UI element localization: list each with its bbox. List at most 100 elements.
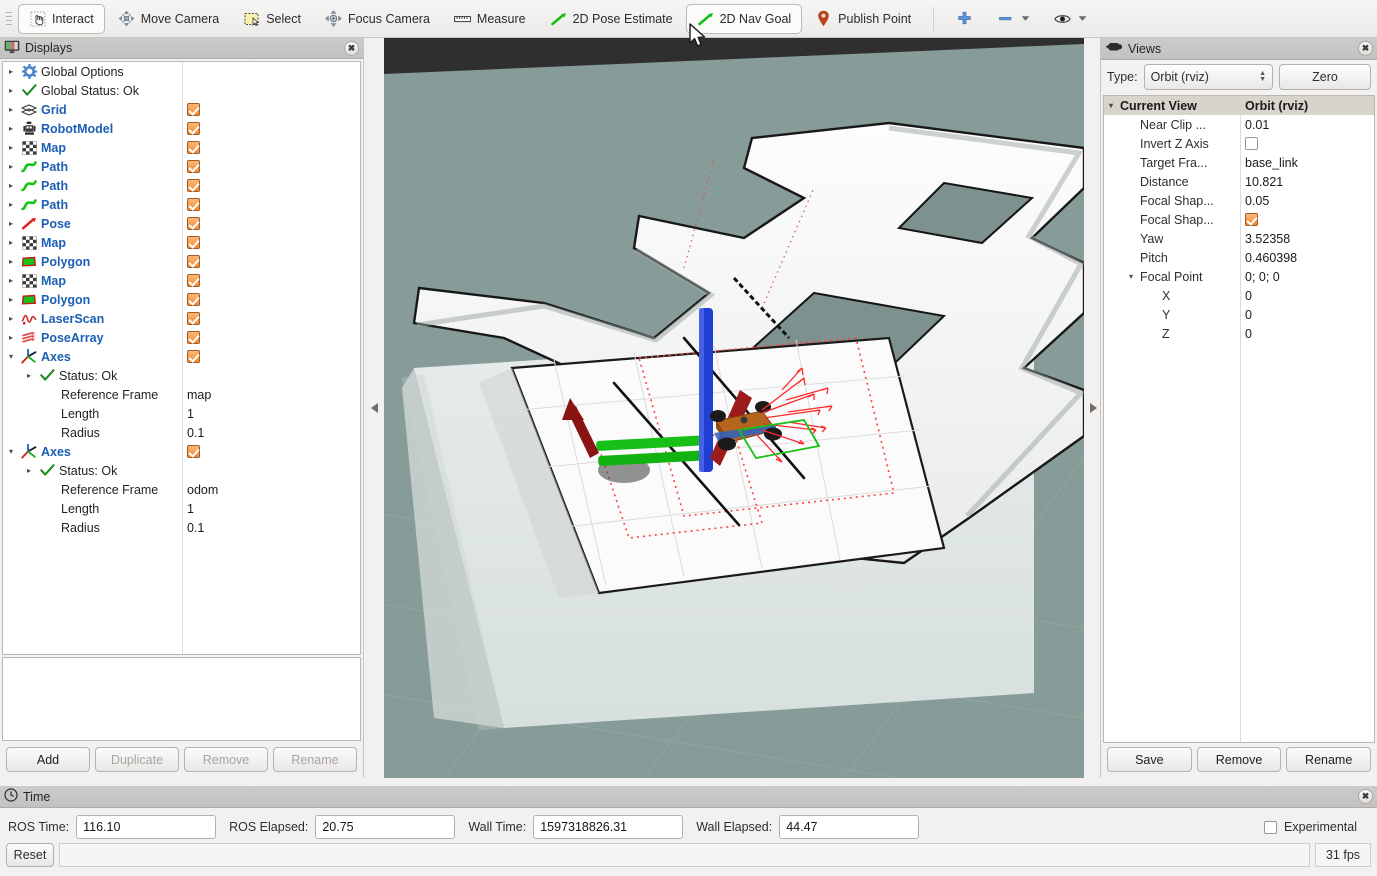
view-property-row[interactable]: Invert Z Axis (1104, 134, 1374, 153)
display-row[interactable]: ▸ Pose (3, 214, 360, 233)
tool-focus-camera[interactable]: Focus Camera (314, 4, 441, 34)
expand-arrow-icon[interactable]: ▸ (3, 276, 19, 285)
enable-checkbox[interactable] (187, 445, 200, 458)
close-icon[interactable]: ✖ (1358, 789, 1373, 804)
zero-button[interactable]: Zero (1279, 64, 1371, 90)
display-row[interactable]: ▸ Map (3, 233, 360, 252)
expand-arrow-open-icon[interactable]: ▾ (1104, 101, 1118, 110)
reset-button[interactable]: Reset (6, 843, 54, 867)
tool-measure[interactable]: Measure (443, 4, 537, 34)
view-property-row[interactable]: Pitch 0.460398 (1104, 248, 1374, 267)
experimental-checkbox[interactable] (1264, 820, 1278, 834)
remove-button[interactable]: Remove (184, 747, 268, 772)
display-row[interactable]: ▸ Map (3, 138, 360, 157)
expand-arrow-icon[interactable]: ▸ (3, 219, 19, 228)
view-property-row[interactable]: Yaw 3.52358 (1104, 229, 1374, 248)
close-icon[interactable]: ✖ (1358, 41, 1373, 56)
expand-arrow-icon[interactable]: ▸ (3, 143, 19, 152)
display-row[interactable]: Length 1 (3, 499, 360, 518)
enable-checkbox[interactable] (187, 103, 200, 116)
view-type-select[interactable]: Orbit (rviz) ▲ ▼ (1143, 64, 1273, 90)
enable-checkbox[interactable] (187, 179, 200, 192)
expand-arrow-icon[interactable]: ▸ (3, 67, 19, 76)
left-splitter-collapse[interactable] (365, 38, 384, 778)
tool-move-camera[interactable]: Move Camera (107, 4, 231, 34)
display-row[interactable]: Length 1 (3, 404, 360, 423)
display-row[interactable]: Reference Frame odom (3, 480, 360, 499)
enable-checkbox[interactable] (187, 141, 200, 154)
expand-arrow-icon[interactable]: ▸ (3, 162, 19, 171)
view-property-row[interactable]: Distance 10.821 (1104, 172, 1374, 191)
tool-2d-pose-estimate[interactable]: 2D Pose Estimate (539, 4, 684, 34)
display-row[interactable]: ▸ Status: Ok (3, 461, 360, 480)
tool-visibility[interactable] (1043, 4, 1098, 34)
display-row[interactable]: Radius 0.1 (3, 423, 360, 442)
wall-elapsed-input[interactable]: 44.47 (779, 815, 920, 839)
view-property-row[interactable]: Y0 (1104, 305, 1374, 324)
wall-time-input[interactable]: 1597318826.31 (533, 815, 684, 839)
rename-button[interactable]: Rename (273, 747, 357, 772)
expand-arrow-icon[interactable]: ▸ (3, 314, 19, 323)
display-row[interactable]: Reference Frame map (3, 385, 360, 404)
tool-publish-point[interactable]: Publish Point (804, 4, 922, 34)
view-property-checkbox[interactable] (1245, 213, 1258, 226)
enable-checkbox[interactable] (187, 293, 200, 306)
expand-arrow-icon[interactable]: ▸ (3, 295, 19, 304)
display-row[interactable]: ▸ Global Status: Ok (3, 81, 360, 100)
display-row[interactable]: ▸ Status: Ok (3, 366, 360, 385)
display-row[interactable]: ▸ Global Options (3, 62, 360, 81)
display-row[interactable]: ▸ RobotModel (3, 119, 360, 138)
enable-checkbox[interactable] (187, 274, 200, 287)
display-row[interactable]: ▸ Path (3, 157, 360, 176)
expand-arrow-icon[interactable]: ▸ (3, 238, 19, 247)
expand-arrow-open-icon[interactable]: ▾ (3, 447, 19, 456)
save-button[interactable]: Save (1107, 747, 1192, 772)
3d-viewport[interactable] (384, 38, 1084, 778)
close-icon[interactable]: ✖ (344, 40, 359, 56)
display-row[interactable]: ▾ Axes (3, 347, 360, 366)
view-property-row[interactable]: Near Clip ... 0.01 (1104, 115, 1374, 134)
enable-checkbox[interactable] (187, 160, 200, 173)
expand-arrow-open-icon[interactable]: ▾ (3, 352, 19, 361)
enable-checkbox[interactable] (187, 331, 200, 344)
enable-checkbox[interactable] (187, 198, 200, 211)
tool-select[interactable]: Select (232, 4, 312, 34)
experimental-toggle[interactable]: Experimental (1264, 820, 1369, 834)
expand-arrow-icon[interactable]: ▸ (3, 257, 19, 266)
display-row[interactable]: ▸ LaserScan (3, 309, 360, 328)
expand-arrow-icon[interactable]: ▸ (21, 371, 37, 380)
expand-arrow-icon[interactable]: ▸ (3, 105, 19, 114)
add-button[interactable]: Add (6, 747, 90, 772)
expand-arrow-icon[interactable]: ▸ (3, 86, 19, 95)
display-row[interactable]: ▾ Axes (3, 442, 360, 461)
enable-checkbox[interactable] (187, 122, 200, 135)
display-row[interactable]: ▸ Map (3, 271, 360, 290)
display-row[interactable]: ▸ Polygon (3, 290, 360, 309)
chevron-down-icon[interactable] (1077, 10, 1087, 27)
views-tree[interactable]: ▾ Current View Orbit (rviz) Near Clip ... 0.… (1103, 95, 1375, 743)
tool-interact[interactable]: Interact (18, 3, 105, 34)
duplicate-button[interactable]: Duplicate (95, 747, 179, 772)
view-property-row[interactable]: Z0 (1104, 324, 1374, 343)
view-property-row[interactable]: ▾ Current View Orbit (rviz) (1104, 96, 1374, 115)
display-row[interactable]: ▸ PoseArray (3, 328, 360, 347)
display-row[interactable]: Radius 0.1 (3, 518, 360, 537)
spinner-icon[interactable]: ▲ ▼ (1259, 70, 1266, 83)
tool-remove-panel[interactable] (986, 4, 1041, 34)
tool-2d-nav-goal[interactable]: 2D Nav Goal (685, 3, 803, 34)
display-row[interactable]: ▸ Grid (3, 100, 360, 119)
enable-checkbox[interactable] (187, 312, 200, 325)
displays-tree[interactable]: ▸ Global Options ▸ Global Status: Ok ▸ Grid ▸ R… (2, 61, 361, 655)
expand-arrow-icon[interactable]: ▸ (3, 124, 19, 133)
enable-checkbox[interactable] (187, 217, 200, 230)
view-property-row[interactable]: X0 (1104, 286, 1374, 305)
expand-arrow-icon[interactable]: ▸ (3, 181, 19, 190)
display-row[interactable]: ▸ Polygon (3, 252, 360, 271)
expand-arrow-open-icon[interactable]: ▾ (1124, 272, 1138, 281)
enable-checkbox[interactable] (187, 236, 200, 249)
enable-checkbox[interactable] (187, 255, 200, 268)
enable-checkbox[interactable] (187, 350, 200, 363)
tool-add-panel[interactable] (945, 4, 984, 34)
display-row[interactable]: ▸ Path (3, 176, 360, 195)
view-property-checkbox[interactable] (1245, 137, 1258, 150)
